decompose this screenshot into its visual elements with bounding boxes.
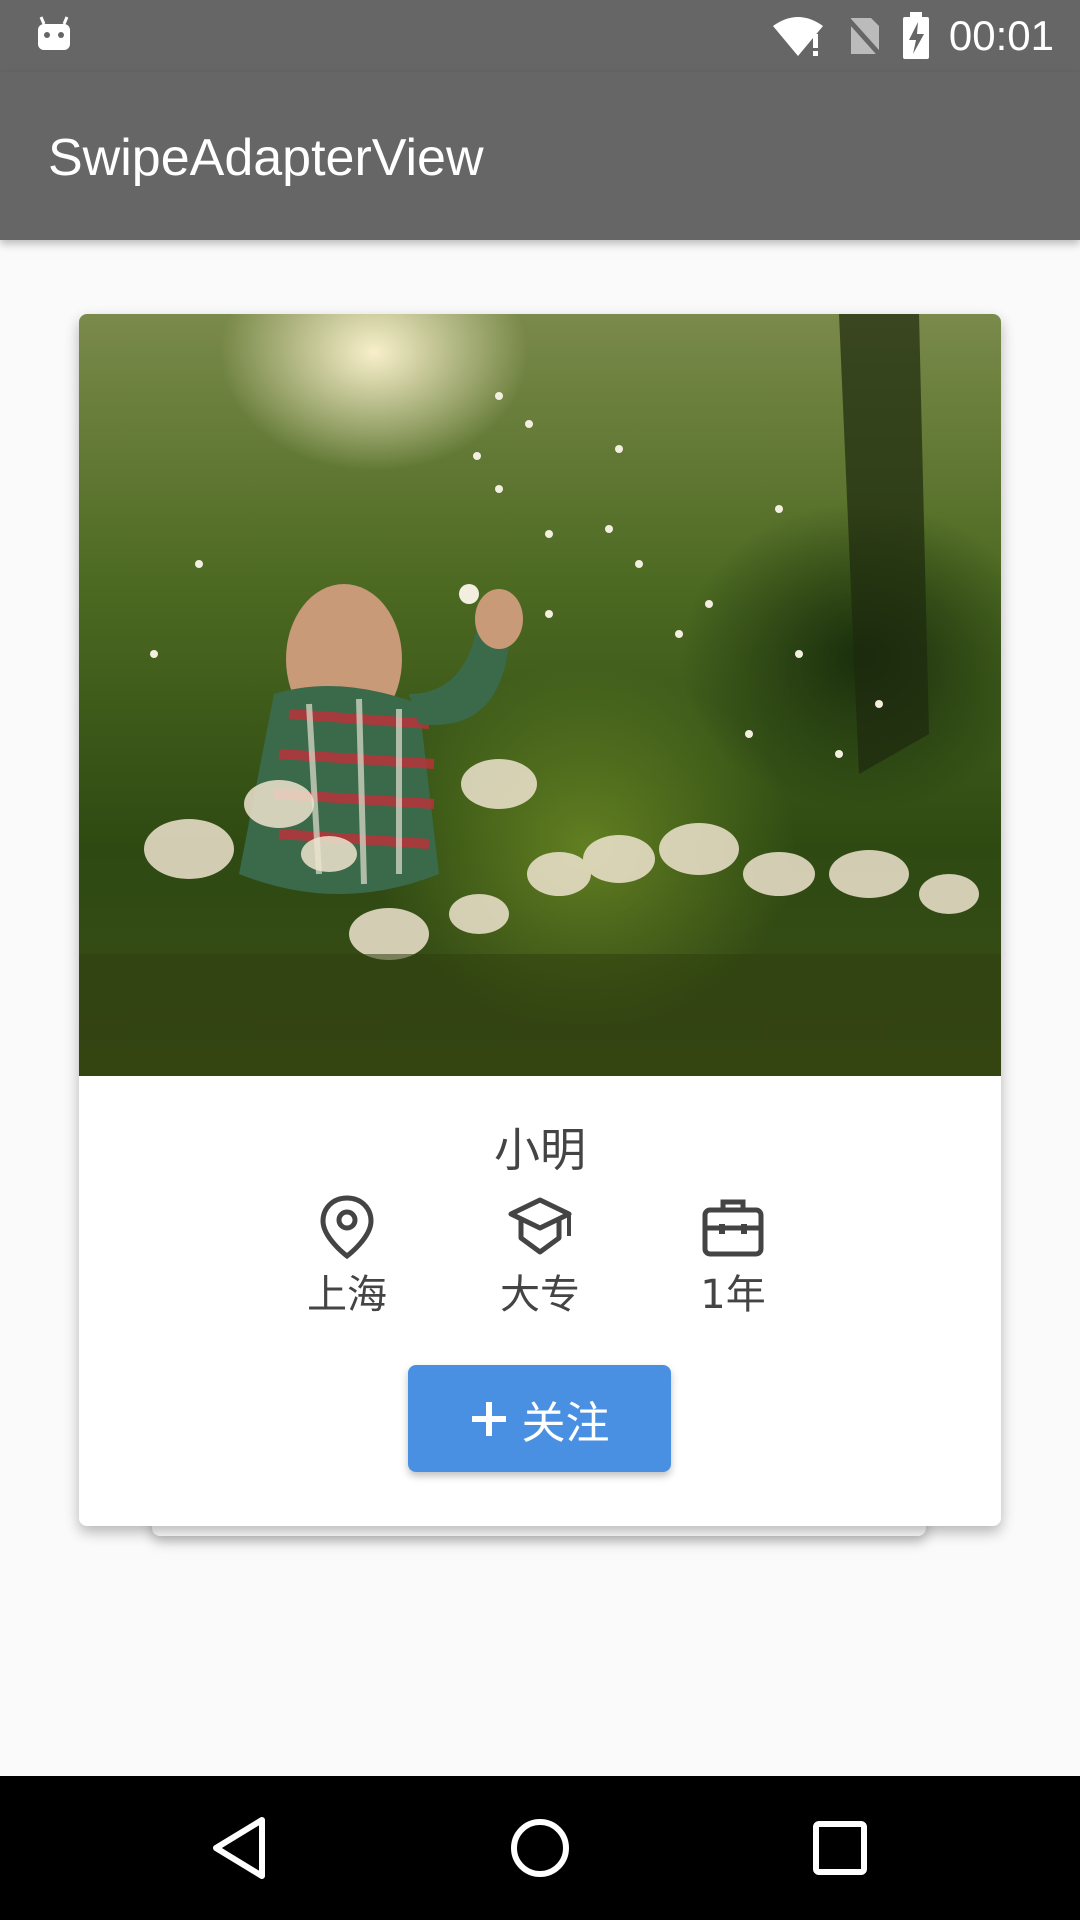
education-label: 大专 xyxy=(500,1272,580,1318)
location-label: 上海 xyxy=(307,1272,387,1318)
navigation-bar xyxy=(0,1776,1080,1920)
clock: 00:01 xyxy=(948,12,1054,59)
location-pin-icon xyxy=(320,1195,374,1260)
profile-photo xyxy=(79,314,1001,1076)
experience-label: 1年 xyxy=(700,1272,766,1318)
battery-charging-icon xyxy=(902,12,929,59)
photo-illustration xyxy=(79,314,1001,1076)
profile-name: 小明 xyxy=(494,1123,586,1177)
follow-label: 关注 xyxy=(521,1397,610,1449)
info-education: 大专 xyxy=(470,1194,610,1320)
home-icon[interactable] xyxy=(504,1812,576,1884)
info-location: 上海 xyxy=(277,1194,417,1320)
profile-card[interactable]: 小明 上海 大专 1年 关注 xyxy=(79,314,1001,1526)
card-stack-area: 小明 上海 大专 1年 关注 xyxy=(0,240,1080,1776)
app-title: SwipeAdapterView xyxy=(48,129,484,187)
plus-icon xyxy=(471,1401,506,1436)
app-bar: SwipeAdapterView xyxy=(0,72,1080,240)
follow-button[interactable]: 关注 xyxy=(408,1365,671,1472)
recents-icon[interactable] xyxy=(804,1812,876,1884)
back-icon[interactable] xyxy=(204,1812,276,1884)
android-notification-icon xyxy=(38,16,70,50)
no-sim-icon xyxy=(845,16,883,58)
graduation-cap-icon xyxy=(508,1197,572,1255)
info-experience: 1年 xyxy=(663,1194,803,1320)
briefcase-icon xyxy=(702,1199,764,1257)
wifi-icon xyxy=(772,17,823,56)
status-bar: 00:01 xyxy=(0,0,1080,72)
status-icons: 00:01 xyxy=(771,8,1054,64)
